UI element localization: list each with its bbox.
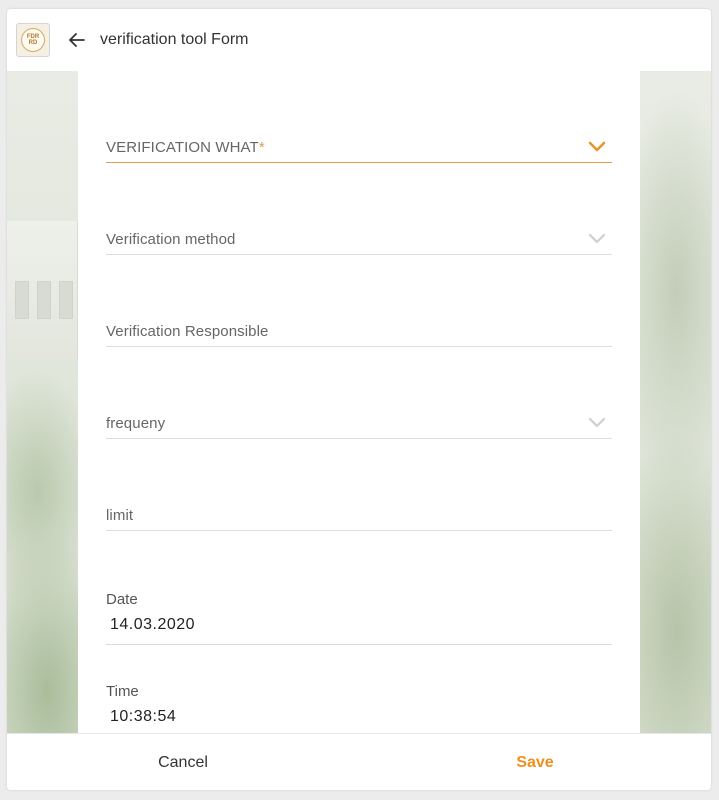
date-label: Date (106, 591, 138, 608)
chevron-down-icon[interactable] (588, 141, 606, 153)
date-field[interactable]: Date 14.03.2020 (106, 581, 612, 645)
form-panel: VERIFICATION WHAT* Verification method V… (78, 71, 640, 733)
background-building (7, 221, 78, 361)
form-footer: Cancel Save (7, 733, 711, 790)
arrow-left-icon (69, 33, 85, 47)
field-underline (106, 254, 612, 255)
chevron-down-icon[interactable] (588, 233, 606, 245)
background-window (15, 281, 29, 319)
frequency-placeholder: frequeny (106, 415, 166, 432)
app-header: FDR RD verification tool Form (7, 9, 711, 72)
verification-what-placeholder: VERIFICATION WHAT* (106, 139, 265, 156)
verification-method-placeholder: Verification method (106, 231, 236, 248)
limit-input[interactable]: limit (106, 499, 612, 531)
background-window (59, 281, 73, 319)
cancel-button[interactable]: Cancel (7, 734, 359, 790)
field-underline (106, 530, 612, 531)
verification-what-select[interactable]: VERIFICATION WHAT* (106, 131, 612, 163)
background-window (37, 281, 51, 319)
app-logo: FDR RD (16, 23, 50, 57)
form-window: FDR RD verification tool Form VERIFICATI… (7, 9, 711, 790)
field-underline (106, 438, 612, 439)
limit-placeholder: limit (106, 507, 134, 524)
time-label: Time (106, 683, 139, 700)
chevron-down-icon[interactable] (588, 417, 606, 429)
time-value[interactable]: 10:38:54 (110, 708, 176, 726)
date-value[interactable]: 14.03.2020 (110, 616, 195, 634)
field-underline (106, 644, 612, 645)
save-button[interactable]: Save (359, 734, 711, 790)
field-underline (106, 162, 612, 163)
time-field[interactable]: Time 10:38:54 (106, 673, 612, 733)
page-title: verification tool Form (100, 31, 249, 48)
back-button[interactable] (64, 27, 90, 53)
verification-responsible-input[interactable]: Verification Responsible (106, 315, 612, 347)
field-underline (106, 346, 612, 347)
verification-responsible-placeholder: Verification Responsible (106, 323, 269, 340)
verification-method-select[interactable]: Verification method (106, 223, 612, 255)
logo-badge: FDR RD (21, 28, 45, 52)
frequency-select[interactable]: frequeny (106, 407, 612, 439)
